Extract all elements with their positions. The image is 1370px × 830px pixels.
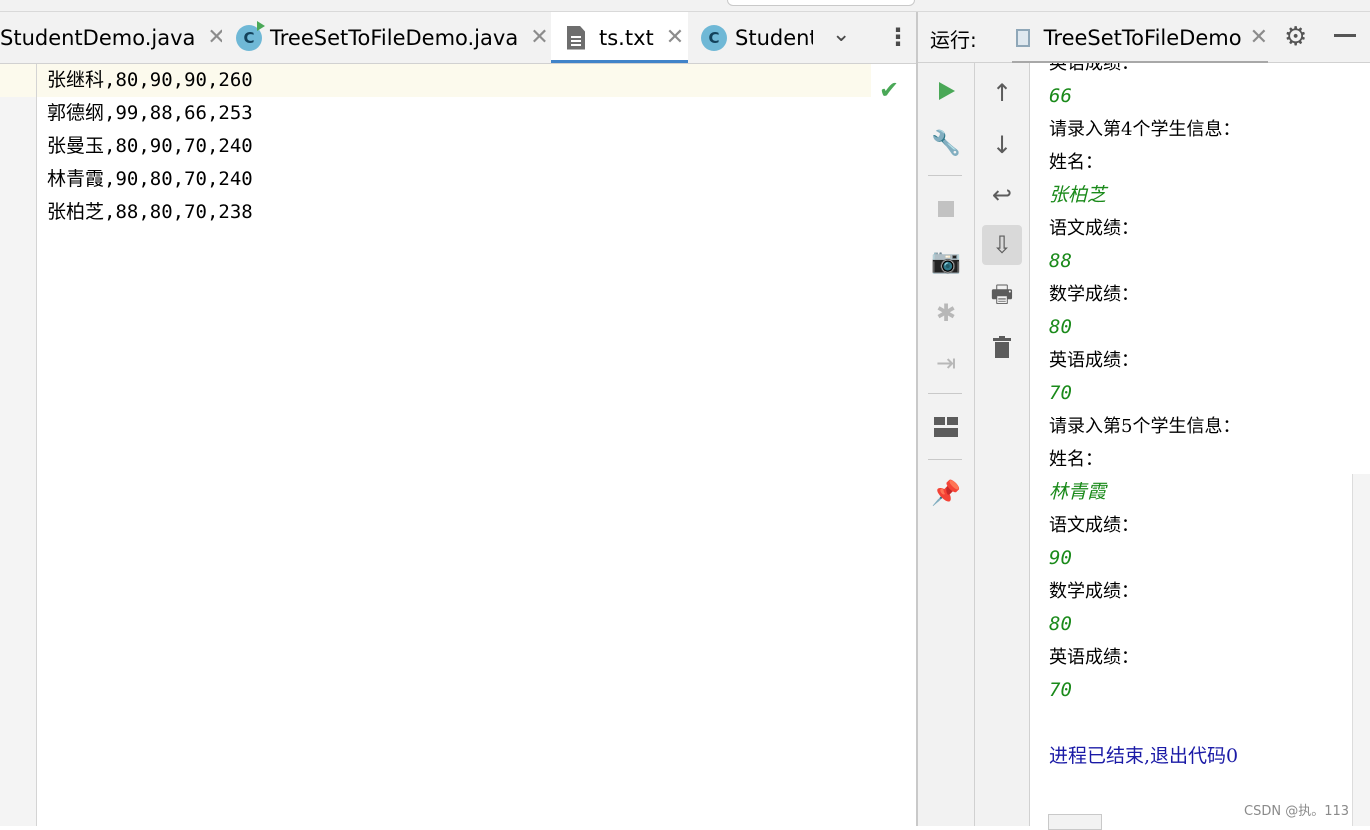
rerun-button[interactable] [926,71,966,111]
close-icon[interactable]: ✕ [666,25,684,50]
trash-icon[interactable] [982,327,1022,367]
stop-icon [938,201,954,217]
console-output-line: 姓名： [1049,152,1103,173]
console-output[interactable]: 英语成绩： 66 请录入第4个学生信息： 姓名： 张柏芝语文成绩： 88 数学成绩： 80 英语… [1030,63,1370,826]
minimize-icon[interactable] [1334,34,1356,37]
console-output-line: 语文成绩： [1049,218,1139,239]
more-vertical-icon[interactable]: ⋮ [886,22,910,52]
run-panel-header: 运行: TreeSetToFileDemo ✕ ⚙ [918,12,1370,63]
print-icon[interactable]: 🖶 [982,277,1022,317]
editor-line[interactable]: 张柏芝,88,80,70,238 [47,196,253,229]
tab-label: TreeSetToFileDemo.java [270,25,519,50]
console-output-line: 请录入第5个学生信息： [1049,416,1241,437]
tab-label: StudentDemo.java [0,25,196,50]
login-icon[interactable]: ⇥ [926,343,966,383]
console-input-line: 88 [1049,250,1072,272]
close-icon[interactable]: ✕ [1250,25,1268,50]
console-input-line: 70 [1049,679,1072,701]
console-output-line: 语文成绩： [1049,515,1139,536]
run-config-tab[interactable]: TreeSetToFileDemo ✕ [1012,12,1268,63]
trash-shape-icon [993,336,1011,358]
editor-line[interactable]: 张曼玉,80,90,70,240 [47,130,253,163]
console-window-icon [1016,28,1030,47]
editor-tab-bar: StudentDemo.java ✕ C TreeSetToFileDemo.j… [0,12,916,64]
class-icon: C [701,24,727,51]
wrench-icon[interactable]: 🔧 [926,123,966,163]
console-output-line: 英语成绩： [1049,647,1139,668]
scroll-to-end-icon[interactable]: ⇩ [982,225,1022,265]
layout-icon[interactable] [926,407,966,447]
soft-wrap-icon[interactable]: ↩ [982,175,1022,215]
console-output-line: 数学成绩： [1049,284,1139,305]
layout-grid-icon [934,417,958,437]
console-input-line: 80 [1049,613,1072,635]
console-input-line: 66 [1049,85,1072,107]
tab-student[interactable]: C Student [701,12,813,63]
editor-gutter [0,64,37,826]
close-icon[interactable]: ✕ [530,25,546,50]
tab-label: Student [735,25,813,50]
run-toolbar-right: ↑ ↓ ↩ ⇩ 🖶 [975,63,1030,826]
console-output-line: 英语成绩： [1049,350,1139,371]
console-output-line: 请录入第4个学生信息： [1049,119,1241,140]
debug-bug-icon[interactable]: ✱ [926,293,966,333]
console-scrollbar[interactable] [1352,474,1370,826]
editor-line[interactable]: 郭德纲,99,88,66,253 [47,97,253,130]
close-icon[interactable]: ✕ [207,25,222,50]
console-input-line: 70 [1049,382,1072,404]
check-icon[interactable]: ✔ [879,76,899,104]
floating-search-bar[interactable] [727,0,915,6]
horizontal-scroll-thumb[interactable] [1048,814,1102,830]
console-input-line: 80 [1049,316,1072,338]
play-icon [939,82,955,100]
arrow-down-icon[interactable]: ↓ [982,125,1022,165]
console-input-line: 林青霞 [1049,481,1107,503]
console-output-line: 姓名： [1049,449,1103,470]
editor-line[interactable]: 张继科,80,90,90,260 [47,64,253,97]
run-toolbar-left: 🔧 📷 ✱ ⇥ 📌 [918,63,975,826]
run-panel-title: 运行: [930,28,977,52]
watermark: CSDN @执。113 [1244,804,1350,819]
window-top-strip [0,0,1370,12]
run-tab-label: TreeSetToFileDemo [1043,25,1242,50]
process-exit-message: 进程已结束,退出代码0 [1049,745,1239,767]
console-input-line: 90 [1049,547,1072,569]
tab-studentdemo-java[interactable]: StudentDemo.java ✕ [0,12,222,63]
console-input-line: 张柏芝 [1049,184,1107,206]
class-run-icon: C [236,20,265,51]
console-output-line: 数学成绩： [1049,581,1139,602]
arrow-up-icon[interactable]: ↑ [982,73,1022,113]
stop-button[interactable] [926,189,966,229]
tab-label: ts.txt [599,25,654,50]
console-output-line: 英语成绩： [1049,63,1139,74]
text-file-icon [567,25,585,50]
tab-treesettofiledemo-java[interactable]: C TreeSetToFileDemo.java ✕ [236,12,546,63]
gear-icon[interactable]: ⚙ [1284,22,1307,52]
pin-icon[interactable]: 📌 [926,473,966,513]
text-editor[interactable]: 张继科,80,90,90,260 郭德纲,99,88,66,253 张曼玉,80… [37,64,917,826]
tab-ts-txt[interactable]: ts.txt ✕ [551,12,688,63]
camera-icon[interactable]: 📷 [926,241,966,281]
editor-line[interactable]: 林青霞,90,80,70,240 [47,163,253,196]
chevron-down-icon[interactable]: ⌄ [832,22,850,47]
